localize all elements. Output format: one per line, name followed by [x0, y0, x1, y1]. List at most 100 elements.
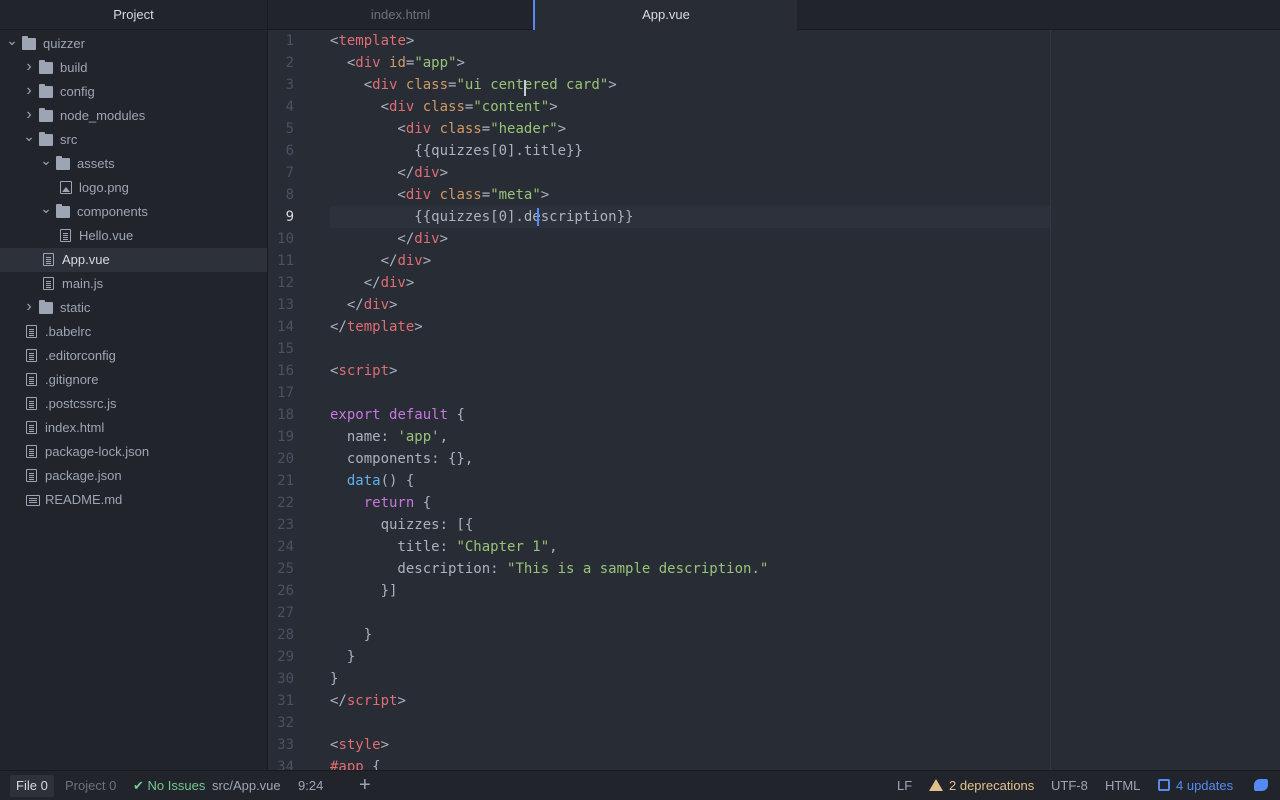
code-line[interactable]: title: "Chapter 1", [330, 536, 557, 558]
code-line[interactable]: </div> [330, 250, 432, 272]
code-token: </ [330, 275, 381, 291]
file-gitignore[interactable]: .gitignore [0, 368, 267, 392]
code-token: style [338, 737, 381, 753]
code-line[interactable]: components: {}, [330, 448, 473, 470]
file-package-json[interactable]: package.json [0, 464, 267, 488]
code-line[interactable]: {{quizzes[0].title}} [330, 140, 583, 162]
code-token: > [439, 165, 449, 181]
updates-button[interactable]: 4 updates [1158, 771, 1233, 800]
code-line[interactable]: <div class="ui centered card"> [330, 74, 617, 96]
file-index-html[interactable]: index.html [0, 416, 267, 440]
code-line[interactable]: {{quizzes[0].description}} [330, 206, 633, 228]
tree-item-label: .babelrc [45, 324, 92, 339]
code-line[interactable]: data() { [330, 470, 414, 492]
file-icon [43, 253, 54, 266]
code-line[interactable]: #app { [330, 756, 381, 770]
code-token: < [330, 187, 406, 203]
code-line[interactable]: <div class="content"> [330, 96, 558, 118]
chevron-right-icon[interactable]: › [23, 79, 35, 103]
code-token: </ [330, 297, 364, 313]
code-line[interactable]: </div> [330, 294, 398, 316]
tree-item-label: static [60, 300, 91, 315]
code-token: }] [330, 583, 398, 599]
code-line[interactable]: </div> [330, 228, 448, 250]
file-path[interactable]: src/App.vue [212, 771, 281, 800]
code-token: script [338, 363, 390, 379]
line-number-gutter[interactable]: 1 2 3 4 5 6 7 8 9 10 11 12 13 14 15 16 17 18 19 20 21 22 23 24 2… [268, 30, 320, 770]
add-tile-button[interactable]: + [359, 771, 371, 800]
code-line[interactable]: name: 'app', [330, 426, 448, 448]
code-editor[interactable]: 1 2 3 4 5 6 7 8 9 10 11 12 13 14 15 16 17 18 19 20 21 22 23 24 2… [268, 30, 1280, 770]
code-line[interactable]: </div> [330, 162, 448, 184]
code-line[interactable]: <div class="meta"> [330, 184, 549, 206]
project-issues-tab[interactable]: Project 0 [59, 775, 122, 797]
linter-status[interactable]: ✔ No Issues [133, 771, 205, 800]
code-line[interactable]: } [330, 668, 338, 690]
folder-node-modules[interactable]: › node_modules [0, 104, 267, 128]
file-app-vue[interactable]: App.vue [0, 248, 267, 272]
encoding-selector[interactable]: UTF-8 [1051, 771, 1088, 800]
code-line[interactable]: <template> [330, 30, 414, 52]
chevron-down-icon[interactable]: ⌄ [6, 28, 18, 52]
github-bird-icon-button[interactable] [1254, 771, 1268, 800]
grammar-selector[interactable]: HTML [1105, 771, 1140, 800]
file-editorconfig[interactable]: .editorconfig [0, 344, 267, 368]
folder-assets[interactable]: ⌄ assets [0, 152, 267, 176]
folder-components[interactable]: ⌄ components [0, 200, 267, 224]
cursor-position[interactable]: 9:24 [298, 771, 323, 800]
code-line[interactable]: export default { [330, 404, 465, 426]
chevron-down-icon[interactable]: ⌄ [23, 124, 35, 148]
folder-icon [56, 204, 70, 218]
code-line[interactable]: <div id="app"> [330, 52, 465, 74]
code-token: id [389, 55, 406, 71]
code-line[interactable]: <style> [330, 734, 389, 756]
tree-item-label: config [60, 84, 95, 99]
code-token: > [380, 737, 390, 753]
file-main-js[interactable]: main.js [0, 272, 267, 296]
folder-quizzer[interactable]: ⌄ quizzer [0, 32, 267, 56]
line-ending-selector[interactable]: LF [897, 771, 912, 800]
code-token: > [405, 33, 415, 49]
tab-app-vue[interactable]: App.vue [533, 0, 797, 30]
status-bar: File 0 Project 0 ✔ No Issues src/App.vue… [0, 770, 1280, 800]
line-number: 22 [277, 495, 294, 511]
file-issues-tab[interactable]: File 0 [10, 775, 54, 797]
chevron-right-icon[interactable]: › [23, 295, 35, 319]
code-line[interactable]: return { [330, 492, 431, 514]
code-token: </ [330, 253, 398, 269]
tab-index-html[interactable]: index.html [268, 0, 533, 30]
chevron-down-icon[interactable]: ⌄ [40, 148, 52, 172]
code-line[interactable]: description: "This is a sample descripti… [330, 558, 768, 580]
file-package-lock-json[interactable]: package-lock.json [0, 440, 267, 464]
code-token: () { [380, 473, 415, 489]
code-token: > [540, 187, 550, 203]
code-token: > [608, 77, 617, 93]
folder-config[interactable]: › config [0, 80, 267, 104]
code-line[interactable]: </script> [330, 690, 406, 712]
text-cursor [537, 208, 539, 226]
line-number: 33 [277, 737, 294, 753]
file-postcssrc-js[interactable]: .postcssrc.js [0, 392, 267, 416]
deprecations-button[interactable]: 2 deprecations [929, 771, 1034, 800]
file-hello-vue[interactable]: Hello.vue [0, 224, 267, 248]
line-number: 12 [277, 275, 294, 291]
code-token: > [397, 693, 406, 709]
code-line[interactable]: </div> [330, 272, 415, 294]
folder-static[interactable]: › static [0, 296, 267, 320]
code-line[interactable]: <script> [330, 360, 397, 382]
folder-build[interactable]: › build [0, 56, 267, 80]
code-line[interactable]: }] [330, 580, 398, 602]
folder-icon [39, 108, 53, 122]
file-babelrc[interactable]: .babelrc [0, 320, 267, 344]
code-line[interactable]: <div class="header"> [330, 118, 566, 140]
code-line[interactable]: } [330, 624, 372, 646]
warning-icon [929, 779, 943, 791]
chevron-down-icon[interactable]: ⌄ [40, 196, 52, 220]
code-line[interactable]: quizzes: [{ [330, 514, 474, 536]
tree-item-label: logo.png [79, 180, 129, 195]
code-line[interactable]: </template> [330, 316, 423, 338]
code-line[interactable]: } [330, 646, 355, 668]
file-readme-md[interactable]: README.md [0, 488, 267, 512]
chevron-right-icon[interactable]: › [23, 55, 35, 79]
